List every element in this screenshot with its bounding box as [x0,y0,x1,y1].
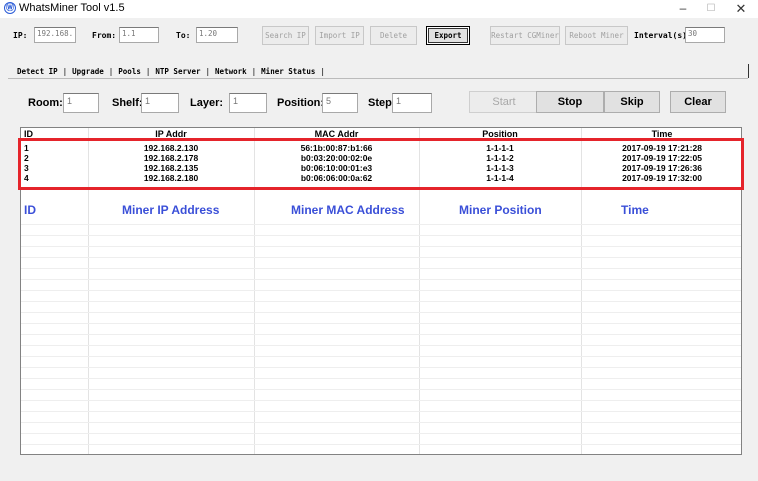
grid-row-line [21,345,741,346]
tab-separator: | [108,67,114,76]
position-input[interactable]: 5 [322,93,358,113]
clear-button[interactable]: Clear [670,91,726,113]
tab-separator: | [251,67,257,76]
highlight-box [18,138,744,190]
to-input[interactable]: 1.20 [196,27,238,43]
shelf-label: Shelf: [112,97,143,109]
restart-cgminer-button[interactable]: Restart CGMiner [490,26,560,45]
tab-divider [8,78,748,79]
skip-button[interactable]: Skip [604,91,660,113]
from-label: From: [92,31,117,40]
export-button[interactable]: Export [426,26,470,45]
tab-separator: | [205,67,211,76]
tab-upgrade[interactable]: Upgrade [72,67,104,76]
shelf-input[interactable]: 1 [141,93,179,113]
annotation-miner-position: Miner Position [459,203,542,217]
tab-separator: | [62,67,68,76]
tab-network[interactable]: Network [215,67,247,76]
from-input[interactable]: 1.1 [119,27,159,43]
grid-row-line [21,411,741,412]
layer-input[interactable]: 1 [229,93,267,113]
stop-button[interactable]: Stop [536,91,604,113]
grid-row-line [21,389,741,390]
grid-row-line [21,433,741,434]
app-logo-icon: Ⓦ [4,2,16,14]
step-input[interactable]: 1 [392,93,432,113]
grid-row-line [21,422,741,423]
annotation-id: ID [24,203,36,217]
grid-row-line [21,257,741,258]
maximize-icon[interactable]: ☐ [698,0,724,18]
grid-row-line [21,246,741,247]
to-label: To: [176,31,191,40]
delete-button[interactable]: Delete [370,26,417,45]
interval-input[interactable]: 30 [685,27,725,43]
annotation-miner-ip: Miner IP Address [122,203,220,217]
grid-row-line [21,224,741,225]
room-input[interactable]: 1 [63,93,99,113]
grid-row-line [21,301,741,302]
grid-row-line [21,268,741,269]
tab-pools[interactable]: Pools [118,67,141,76]
grid-row-line [21,367,741,368]
layer-label: Layer: [190,97,224,109]
tab-miner-status[interactable]: Miner Status [261,67,315,76]
grid-row-line [21,323,741,324]
position-label: Position: [277,97,325,109]
grid-row-line [21,444,741,445]
tab-ntp-server[interactable]: NTP Server [155,67,200,76]
room-label: Room: [28,97,63,109]
tab-detect-ip[interactable]: Detect IP [17,67,58,76]
annotation-miner-mac: Miner MAC Address [291,203,405,217]
grid-row-line [21,400,741,401]
import-ip-button[interactable]: Import IP [315,26,364,45]
tab-separator: | [320,67,325,76]
tab-separator: | [145,67,151,76]
grid-row-line [21,235,741,236]
start-button[interactable]: Start [469,91,539,113]
ip-prefix-input[interactable]: 192.168. [34,27,76,43]
grid-row-line [21,356,741,357]
window-title: WhatsMiner Tool v1.5 [19,2,125,14]
minimize-icon[interactable]: – [670,0,696,18]
annotation-time: Time [621,203,649,217]
title-bar: Ⓦ WhatsMiner Tool v1.5 – ☐ ✕ [0,0,758,18]
grid-row-line [21,312,741,313]
grid-row-line [21,378,741,379]
panel-edge [748,64,749,78]
ip-label: IP: [13,31,28,40]
grid-row-line [21,334,741,335]
grid-row-line [21,290,741,291]
reboot-miner-button[interactable]: Reboot Miner [565,26,628,45]
interval-label: Interval(s) [634,31,687,40]
search-ip-button[interactable]: Search IP [262,26,309,45]
close-icon[interactable]: ✕ [728,0,754,18]
grid-row-line [21,279,741,280]
